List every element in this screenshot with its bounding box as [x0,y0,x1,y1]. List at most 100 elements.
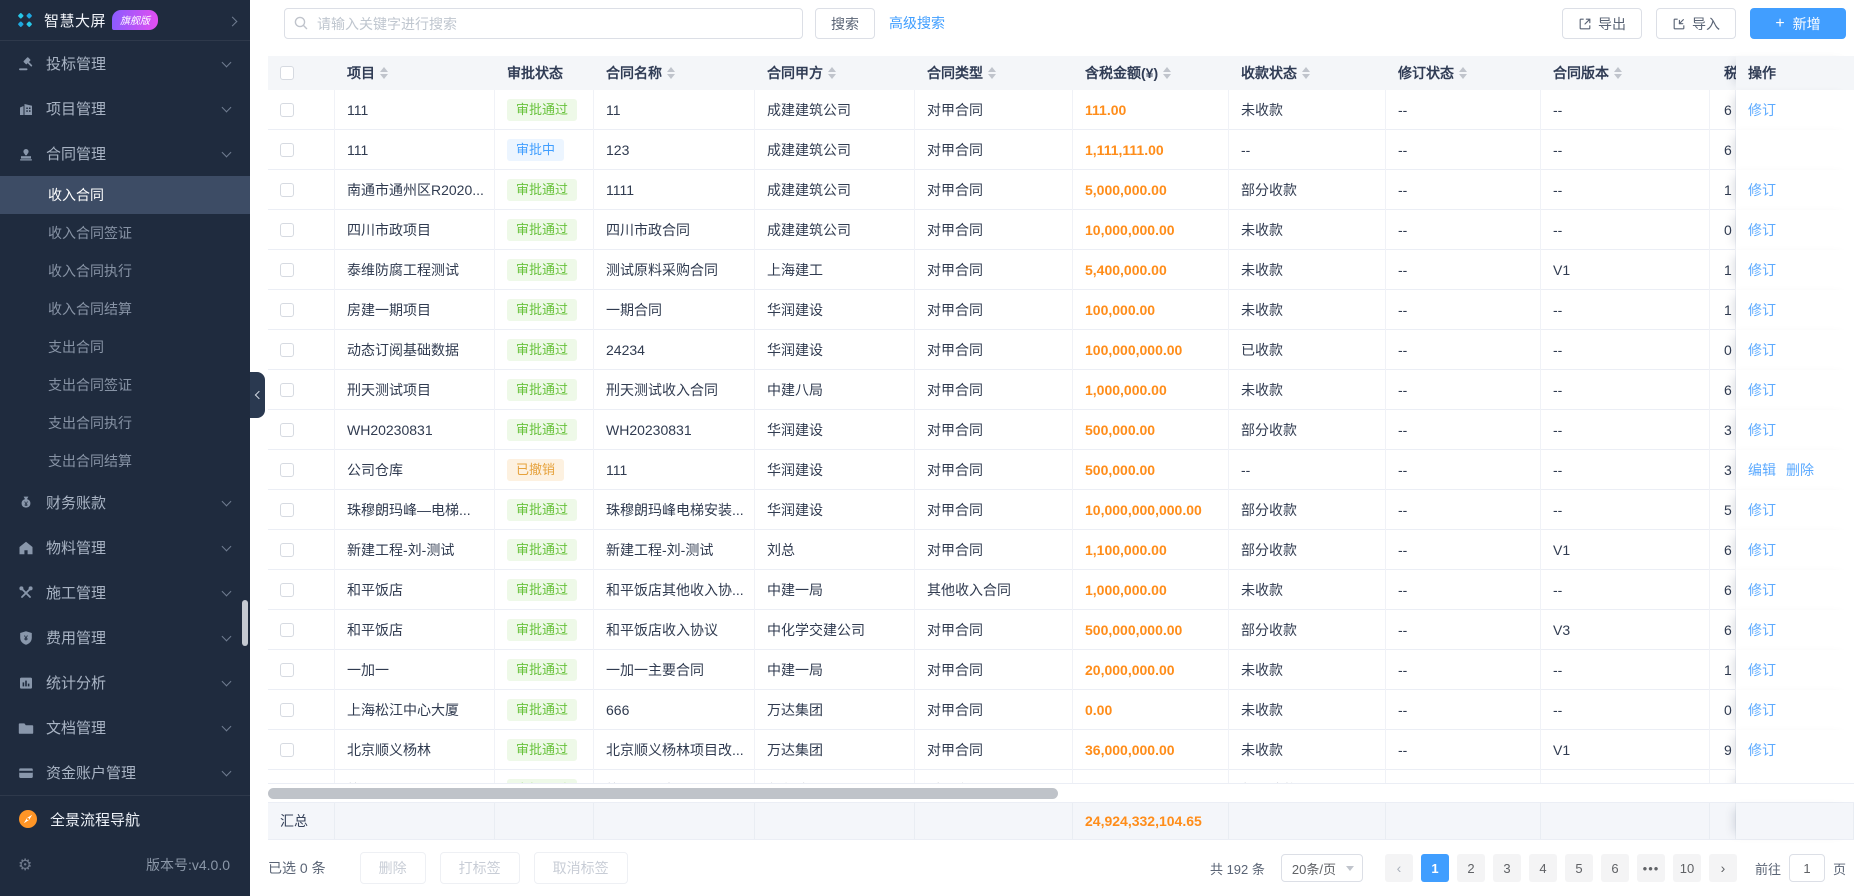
action-link-revise[interactable]: 修订 [1748,340,1776,360]
column-header-amount[interactable]: 含税金额(¥) [1073,56,1229,90]
column-header-revision[interactable]: 修订状态 [1386,56,1541,90]
next-page-button[interactable]: › [1708,854,1737,882]
page-button-2[interactable]: 2 [1456,854,1485,882]
sidebar-brand[interactable]: 智慧大屏 旗舰版 [0,0,250,40]
search-input[interactable] [284,8,803,39]
row-checkbox[interactable] [280,263,294,277]
row-checkbox[interactable] [280,583,294,597]
untag-button[interactable]: 取消标签 [533,852,628,884]
prev-page-button[interactable]: ‹ [1384,854,1413,882]
sidebar-item-6[interactable]: ¥ 费用管理 [0,615,250,660]
action-link-revise[interactable]: 修订 [1748,580,1776,600]
row-checkbox[interactable] [280,743,294,757]
sort-caret-icon[interactable] [828,67,836,79]
row-checkbox[interactable] [280,663,294,677]
row-checkbox[interactable] [280,783,294,784]
page-ellipsis[interactable]: ••• [1636,854,1665,882]
row-checkbox[interactable] [280,223,294,237]
import-button[interactable]: 导入 [1656,8,1736,39]
sidebar-subitem-2-4[interactable]: 支出合同 [0,328,250,366]
row-checkbox[interactable] [280,383,294,397]
column-header-party[interactable]: 合同甲方 [755,56,915,90]
row-checkbox[interactable] [280,543,294,557]
action-link-revise[interactable]: 修订 [1748,540,1776,560]
action-link-revise[interactable]: 修订 [1748,300,1776,320]
row-checkbox[interactable] [280,703,294,717]
table-row-1: 111 审批通过 11 成建建筑公司 对甲合同 111.00 未收款 -- -- 6 修订 [268,90,1854,130]
sidebar-item-0[interactable]: 投标管理 [0,41,250,86]
action-link-revise[interactable]: 修订 [1748,740,1776,760]
sort-caret-icon[interactable] [988,67,996,79]
sidebar-subitem-2-1[interactable]: 收入合同签证 [0,214,250,252]
row-checkbox[interactable] [280,623,294,637]
sidebar-item-process-navigation[interactable]: 全景流程导航 [0,796,250,842]
page-button-1[interactable]: 1 [1420,854,1449,882]
row-checkbox[interactable] [280,343,294,357]
export-button[interactable]: 导出 [1562,8,1642,39]
row-checkbox[interactable] [280,503,294,517]
folder-icon [18,720,34,736]
row-checkbox[interactable] [280,143,294,157]
sidebar-subitem-2-6[interactable]: 支出合同执行 [0,404,250,442]
sort-caret-icon[interactable] [380,67,388,79]
column-header-name[interactable]: 合同名称 [594,56,755,90]
page-button-3[interactable]: 3 [1492,854,1521,882]
goto-page-input[interactable]: 1 [1788,854,1825,882]
page-button-10[interactable]: 10 [1672,854,1701,882]
tag-button[interactable]: 打标签 [439,852,520,884]
sidebar-item-4[interactable]: 物料管理 [0,525,250,570]
gear-icon[interactable]: ⚙ [18,855,32,875]
sidebar-subitem-2-3[interactable]: 收入合同结算 [0,290,250,328]
column-header-version[interactable]: 合同版本 [1541,56,1710,90]
search-button[interactable]: 搜索 [815,8,875,39]
sidebar-item-5[interactable]: 施工管理 [0,570,250,615]
action-link-revise[interactable]: 修订 [1748,180,1776,200]
action-link-revise[interactable]: 修订 [1748,380,1776,400]
column-header-project[interactable]: 项目 [335,56,495,90]
row-checkbox[interactable] [280,303,294,317]
sort-caret-icon[interactable] [1163,67,1172,79]
action-link-revise[interactable]: 修订 [1748,420,1776,440]
page-button-6[interactable]: 6 [1600,854,1629,882]
sidebar-item-3[interactable]: ¥ 财务账款 [0,480,250,525]
action-link-delete[interactable]: 删除 [1786,460,1814,480]
row-checkbox[interactable] [280,183,294,197]
action-link-revise[interactable]: 修订 [1748,660,1776,680]
row-checkbox[interactable] [280,423,294,437]
sidebar-scrollbar-thumb[interactable] [242,600,248,646]
sidebar-item-1[interactable]: 项目管理 [0,86,250,131]
action-link-revise[interactable]: 修订 [1748,100,1776,120]
add-button[interactable]: + 新增 [1750,8,1846,39]
action-link-revise[interactable]: 修订 [1748,780,1776,783]
sort-caret-icon[interactable] [1614,67,1622,79]
action-link-revise[interactable]: 修订 [1748,500,1776,520]
page-button-5[interactable]: 5 [1564,854,1593,882]
delete-button[interactable]: 删除 [359,852,426,884]
action-link-revise[interactable]: 修订 [1748,620,1776,640]
row-checkbox[interactable] [280,103,294,117]
sidebar-subitem-2-5[interactable]: 支出合同签证 [0,366,250,404]
sort-caret-icon[interactable] [1459,67,1467,79]
horizontal-scrollbar-thumb[interactable] [268,788,1058,799]
action-link-revise[interactable]: 修订 [1748,220,1776,240]
sidebar-item-9[interactable]: 资金账户管理 [0,750,250,795]
row-checkbox[interactable] [280,463,294,477]
sidebar-item-8[interactable]: 文档管理 [0,705,250,750]
page-button-4[interactable]: 4 [1528,854,1557,882]
sort-caret-icon[interactable] [667,67,675,79]
action-link-revise[interactable]: 修订 [1748,700,1776,720]
action-link-edit[interactable]: 编辑 [1748,460,1776,480]
action-link-revise[interactable]: 修订 [1748,260,1776,280]
select-all-checkbox[interactable] [280,66,294,80]
sidebar-collapse-toggle[interactable] [250,372,265,418]
sidebar-item-2[interactable]: 合同管理 [0,131,250,176]
advanced-search-link[interactable]: 高级搜索 [889,8,945,39]
sidebar-subitem-2-2[interactable]: 收入合同执行 [0,252,250,290]
sidebar-subitem-2-0[interactable]: 收入合同 [0,176,250,214]
sidebar-subitem-2-7[interactable]: 支出合同结算 [0,442,250,480]
column-header-payment[interactable]: 收款状态 [1229,56,1386,90]
sort-caret-icon[interactable] [1302,67,1310,79]
page-size-select[interactable]: 20条/页 [1280,854,1363,882]
sidebar-item-7[interactable]: 统计分析 [0,660,250,705]
column-header-type[interactable]: 合同类型 [915,56,1073,90]
